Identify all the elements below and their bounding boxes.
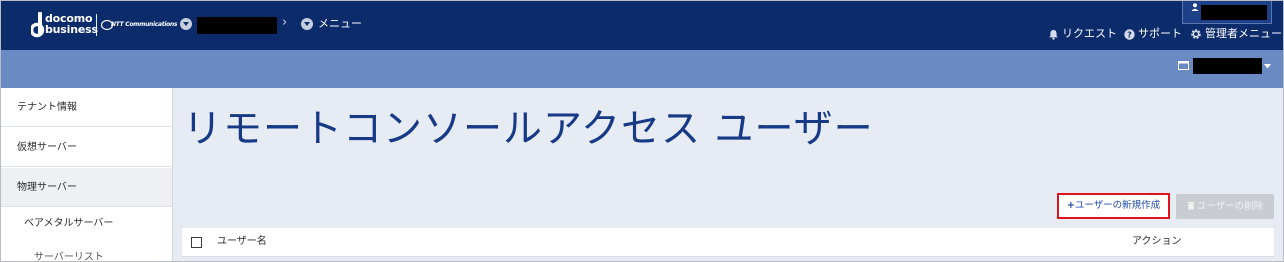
column-header-action: アクション: [1132, 236, 1182, 247]
ntt-communications-text: NTT Communications: [111, 21, 178, 28]
main-content: リモートコンソールアクセス ユーザー +ユーザーの新規作成 ユーザーの削除 ユー…: [173, 88, 1283, 261]
sidebar: テナント情報 仮想サーバー 物理サーバー ベアメタルサーバー サーバーリスト: [1, 88, 173, 262]
delete-user-button[interactable]: ユーザーの削除: [1176, 194, 1274, 219]
trash-icon: [1187, 202, 1195, 210]
chevron-down-circle-icon[interactable]: [301, 18, 313, 30]
chevron-down-circle-icon[interactable]: [180, 18, 192, 30]
redacted-tenant-name[interactable]: [197, 17, 277, 34]
nav-admin-menu-label: 管理者メニュー: [1205, 27, 1282, 40]
select-all-checkbox[interactable]: [191, 237, 202, 248]
user-account-menu[interactable]: [1182, 1, 1272, 24]
nav-request-label: リクエスト: [1062, 27, 1117, 40]
sub-header-bar: [1, 50, 1283, 88]
window-icon: [1178, 61, 1189, 70]
create-user-label: ユーザーの新規作成: [1074, 200, 1161, 211]
top-header: docomo business NTT Communications › メニュ…: [1, 1, 1283, 50]
app-window: docomo business NTT Communications › メニュ…: [0, 0, 1284, 262]
sidebar-item-virtual-server[interactable]: 仮想サーバー: [1, 128, 172, 167]
column-header-username[interactable]: ユーザー名: [217, 234, 267, 250]
nav-support[interactable]: ? サポート: [1124, 26, 1182, 42]
logo-divider: [96, 14, 97, 36]
brand-line-2: business: [45, 23, 98, 36]
plus-icon: +: [1066, 200, 1075, 211]
sidebar-item-tenant-info[interactable]: テナント情報: [1, 88, 172, 127]
page-title: リモートコンソールアクセス ユーザー: [183, 107, 874, 152]
sidebar-item-physical-server[interactable]: 物理サーバー: [1, 168, 172, 207]
user-table-header: ユーザー名 アクション: [182, 228, 1274, 257]
delete-user-label: ユーザーの削除: [1196, 201, 1264, 212]
docomo-business-logo[interactable]: docomo business NTT Communications: [31, 12, 191, 40]
caret-down-icon[interactable]: [1264, 64, 1271, 69]
sidebar-item-label: テナント情報: [17, 102, 77, 113]
bell-icon: [1049, 29, 1058, 40]
sidebar-item-label: 物理サーバー: [17, 182, 77, 193]
sidebar-sub-label: ベアメタルサーバー: [24, 218, 114, 229]
nav-support-label: サポート: [1138, 27, 1182, 40]
svg-text:?: ?: [1127, 30, 1132, 39]
nav-request[interactable]: リクエスト: [1048, 26, 1117, 42]
breadcrumb-menu[interactable]: メニュー: [318, 16, 362, 32]
sidebar-item-label: 仮想サーバー: [17, 142, 77, 153]
help-circle-icon: ?: [1124, 28, 1135, 40]
gear-icon: [1191, 29, 1201, 39]
sidebar-item-bare-metal-server[interactable]: ベアメタルサーバー: [24, 214, 195, 229]
redacted-region-selector[interactable]: [1193, 58, 1262, 74]
nav-admin-menu[interactable]: 管理者メニュー: [1190, 26, 1282, 42]
sidebar-sub-sub-label: サーバーリスト: [34, 252, 104, 262]
user-icon: [1191, 3, 1199, 11]
breadcrumb-separator: ›: [282, 15, 288, 30]
redacted-user-name: [1201, 5, 1267, 20]
create-user-button[interactable]: +ユーザーの新規作成: [1057, 193, 1170, 219]
